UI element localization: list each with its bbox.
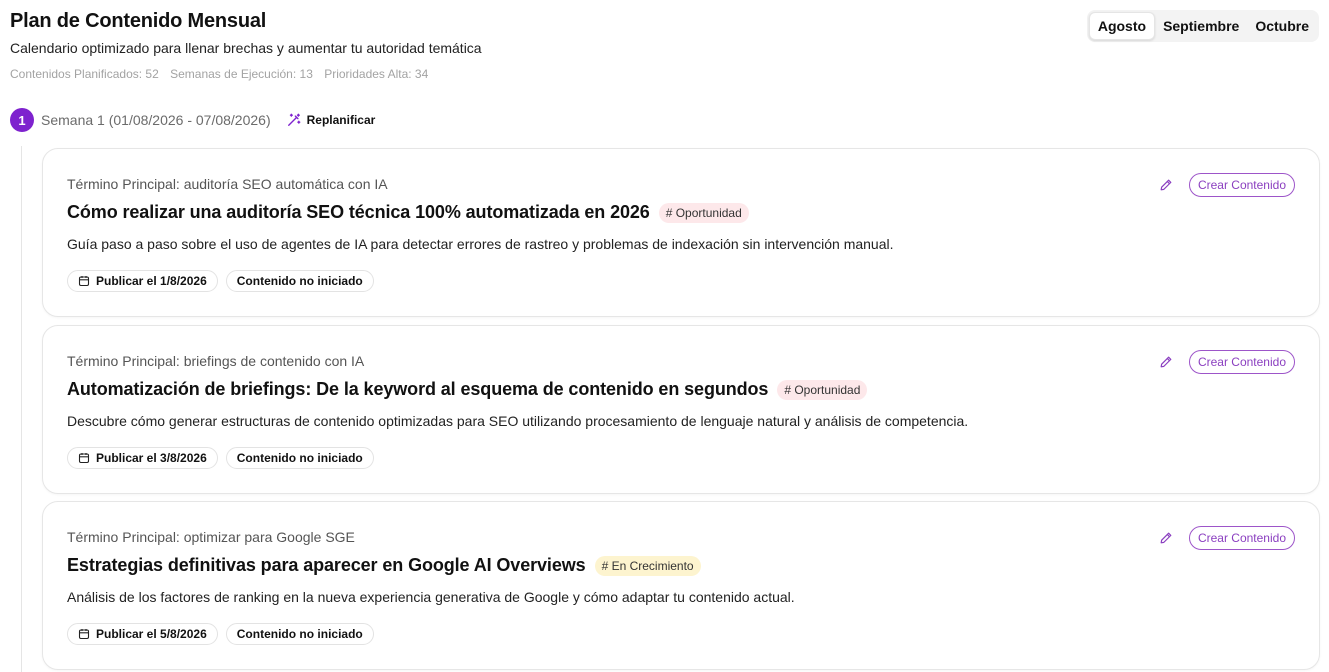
stat-weeks: Semanas de Ejecución: 13 — [170, 67, 313, 81]
card-description: Análisis de los factores de ranking en l… — [67, 589, 795, 605]
card-title: Automatización de briefings: De la keywo… — [67, 379, 769, 399]
card-title-row: Cómo realizar una auditoría SEO técnica … — [67, 202, 749, 223]
content-card: Término Principal: optimizar para Google… — [42, 501, 1320, 670]
card-actions: Crear Contenido — [1157, 173, 1295, 197]
month-tabs: Agosto Septiembre Octubre — [1086, 10, 1319, 42]
card-actions: Crear Contenido — [1157, 526, 1295, 550]
publish-date: Publicar el 5/8/2026 — [96, 627, 207, 641]
pencil-icon[interactable] — [1157, 176, 1175, 194]
card-chips: Publicar el 3/8/2026 Contenido no inicia… — [67, 447, 382, 469]
tag-badge: # Oportunidad — [658, 202, 749, 223]
stat-priority: Prioridades Alta: 34 — [324, 67, 429, 81]
publish-date: Publicar el 3/8/2026 — [96, 451, 207, 465]
page-title: Plan de Contenido Mensual — [10, 10, 267, 32]
status-chip: Contenido no iniciado — [225, 447, 374, 469]
replan-label: Replanificar — [306, 113, 376, 127]
card-chips: Publicar el 5/8/2026 Contenido no inicia… — [67, 623, 382, 645]
magic-wand-icon — [287, 113, 301, 126]
tag-badge: # Oportunidad — [777, 379, 868, 400]
card-actions: Crear Contenido — [1157, 350, 1295, 374]
publish-date-chip: Publicar el 1/8/2026 — [67, 270, 218, 292]
publish-date: Publicar el 1/8/2026 — [96, 274, 207, 288]
card-term: Término Principal: auditoría SEO automát… — [67, 176, 388, 192]
stat-planned: Contenidos Planificados: 52 — [10, 67, 159, 81]
card-description: Descubre cómo generar estructuras de con… — [67, 413, 969, 429]
card-title: Estrategias definitivas para aparecer en… — [67, 555, 586, 575]
week-header: 1 Semana 1 (01/08/2026 - 07/08/2026) Rep… — [10, 108, 375, 132]
pencil-icon[interactable] — [1157, 529, 1175, 547]
create-content-button[interactable]: Crear Contenido — [1188, 350, 1295, 374]
card-term: Término Principal: optimizar para Google… — [67, 529, 355, 545]
pencil-icon[interactable] — [1157, 353, 1175, 371]
replan-button[interactable]: Replanificar — [287, 113, 376, 127]
card-title-row: Estrategias definitivas para aparecer en… — [67, 555, 701, 576]
status-chip: Contenido no iniciado — [225, 270, 374, 292]
card-description: Guía paso a paso sobre el uso de agentes… — [67, 236, 894, 252]
create-content-button[interactable]: Crear Contenido — [1188, 173, 1295, 197]
week-label: Semana 1 (01/08/2026 - 07/08/2026) — [41, 112, 271, 128]
card-title-row: Automatización de briefings: De la keywo… — [67, 379, 868, 400]
card-term: Término Principal: briefings de contenid… — [67, 353, 365, 369]
tag-badge: # En Crecimiento — [594, 555, 701, 576]
stats-row: Contenidos Planificados: 52 Semanas de E… — [10, 66, 482, 82]
timeline-line — [21, 146, 22, 672]
content-card: Término Principal: briefings de contenid… — [42, 325, 1320, 494]
publish-date-chip: Publicar el 5/8/2026 — [67, 623, 218, 645]
tab-septiembre[interactable]: Septiembre — [1155, 12, 1247, 40]
content-card: Término Principal: auditoría SEO automát… — [42, 148, 1320, 317]
tab-octubre[interactable]: Octubre — [1247, 12, 1317, 40]
create-content-button[interactable]: Crear Contenido — [1188, 526, 1295, 550]
calendar-icon — [78, 453, 90, 464]
card-title: Cómo realizar una auditoría SEO técnica … — [67, 202, 650, 222]
week-number-badge: 1 — [10, 108, 34, 132]
card-chips: Publicar el 1/8/2026 Contenido no inicia… — [67, 270, 382, 292]
status-chip: Contenido no iniciado — [225, 623, 374, 645]
publish-date-chip: Publicar el 3/8/2026 — [67, 447, 218, 469]
tab-agosto[interactable]: Agosto — [1088, 12, 1156, 40]
calendar-icon — [78, 629, 90, 640]
page-subtitle: Calendario optimizado para llenar brecha… — [10, 40, 482, 56]
page-header: Plan de Contenido Mensual Calendario opt… — [10, 8, 482, 82]
calendar-icon — [78, 276, 90, 287]
